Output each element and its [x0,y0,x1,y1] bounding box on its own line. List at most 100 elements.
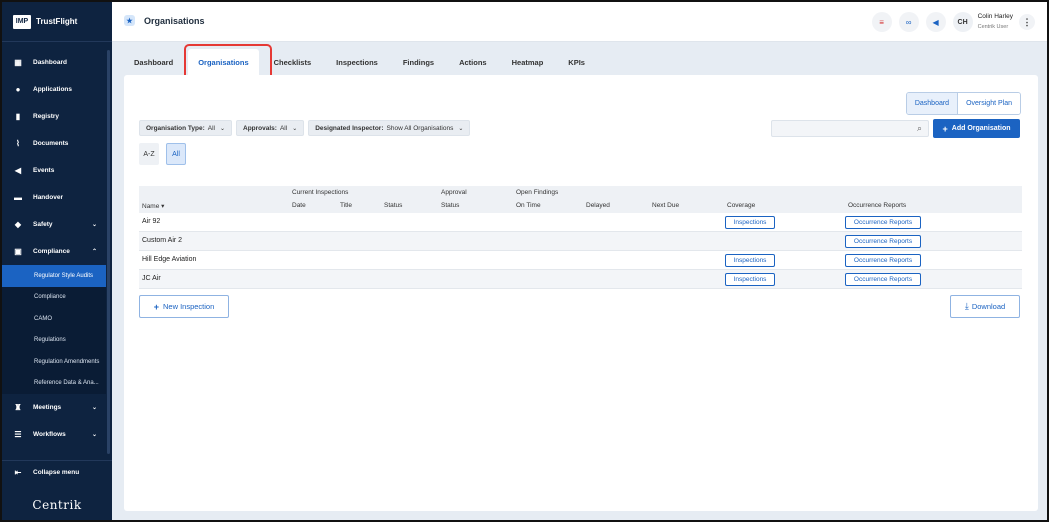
search-icon[interactable]: ⌕ [917,123,922,134]
megaphone-icon[interactable]: ◀ [925,12,946,32]
group-header-current-inspections: Current Inspections [292,189,349,196]
tab-dashboard[interactable]: Dashboard [124,49,183,75]
avatar[interactable]: CH [952,12,973,32]
sidebar-subitem-reference-data[interactable]: Reference Data & Ana... [2,373,106,395]
org-name[interactable]: Hill Edge Aviation [142,256,196,263]
filter-value: Show All Organisations [386,124,454,132]
org-name[interactable]: Air 92 [142,218,160,225]
table-row[interactable]: JC Air Inspections Occurrence Reports [139,270,1022,289]
inspections-button[interactable]: Inspections [725,254,775,267]
person-icon: ● [15,85,21,94]
tab-heatmap[interactable]: Heatmap [502,49,554,75]
chevron-down-icon: ⌄ [219,125,226,132]
occurrence-reports-button[interactable]: Occurrence Reports [845,216,921,229]
sidebar-item-workflows[interactable]: ☰ Workflows ⌄ [2,421,106,448]
tab-kpis[interactable]: KPIs [558,49,595,75]
approvals-filter[interactable]: Approvals: All ⌄ [236,120,305,136]
filter-value: All [279,124,288,132]
user-info[interactable]: Colin Harley Centrik User [978,12,1013,32]
alpha-az-button[interactable]: A-Z [139,143,159,165]
filter-label: Designated Inspector: [315,124,384,132]
sidebar-item-label: Dashboard [33,59,67,66]
tab-inspections[interactable]: Inspections [326,49,388,75]
table-row[interactable]: Hill Edge Aviation Inspections Occurrenc… [139,251,1022,270]
filter-label: Organisation Type: [146,124,205,132]
occurrence-reports-button[interactable]: Occurrence Reports [845,235,921,248]
download-icon: ⤓ [964,301,969,311]
workflows-icon: ☰ [14,430,22,439]
alphabet-filter: A-Z All [139,143,193,165]
table-row[interactable]: Air 92 Inspections Occurrence Reports [139,213,1022,232]
compliance-submenu: Regulator Style Audits Compliance CAMO R… [2,265,106,394]
designated-inspector-filter[interactable]: Designated Inspector: Show All Organisat… [308,120,471,136]
chevron-down-icon: ⌄ [91,432,97,438]
group-header-approval: Approval [441,189,467,196]
occurrence-reports-button[interactable]: Occurrence Reports [845,273,921,286]
sidebar-item-applications[interactable]: ● Applications [2,76,106,103]
column-coverage: Coverage [727,202,756,209]
sidebar-subitem-regulations[interactable]: Regulations [2,330,106,352]
sidebar-item-label: Meetings [33,404,62,411]
org-name[interactable]: Custom Air 2 [142,237,182,244]
compliance-icon: ▣ [14,247,22,256]
chevron-down-icon: ⌄ [91,405,97,411]
centrik-logo: Centrik [32,498,82,512]
search-input[interactable] [772,121,902,136]
sidebar-nav: ▦ Dashboard ● Applications ▮ Registry ⌇ … [2,49,106,448]
sidebar-item-handover[interactable]: ▬ Handover [2,184,106,211]
collapse-icon: ⇤ [14,468,22,477]
brand-name: TrustFlight [36,17,78,26]
column-delayed: Delayed [586,202,610,209]
sidebar-item-documents[interactable]: ⌇ Documents [2,130,106,157]
organisations-icon: ★ [124,15,135,26]
inspections-button[interactable]: Inspections [725,216,775,229]
header-actions: ≡ ∞ ◀ CH Colin Harley Centrik User ⋮ [865,12,1035,32]
column-name[interactable]: Name ▾ [142,202,164,210]
new-inspection-label: New Inspection [162,302,215,311]
sidebar-item-compliance[interactable]: ▣ Compliance ⌃ [2,238,106,265]
sidebar-item-registry[interactable]: ▮ Registry [2,103,106,130]
organisations-table: Current Inspections Approval Open Findin… [139,186,1022,289]
sidebar-item-safety[interactable]: ◆ Safety ⌄ [2,211,106,238]
add-organisation-button[interactable]: + Add Organisation [933,119,1020,138]
table-row[interactable]: Custom Air 2 Occurrence Reports [139,232,1022,251]
search-box: ⌕ [771,120,929,137]
tab-findings[interactable]: Findings [393,49,444,75]
sidebar-item-meetings[interactable]: ♜ Meetings ⌄ [2,394,106,421]
sidebar-item-label: Events [33,167,55,174]
occurrence-reports-button[interactable]: Occurrence Reports [845,254,921,267]
org-name[interactable]: JC Air [142,275,161,282]
sidebar-item-events[interactable]: ◀ Events [2,157,106,184]
view-oversight-plan-button[interactable]: Oversight Plan [958,93,1020,114]
view-dashboard-button[interactable]: Dashboard [906,93,959,114]
sidebar-item-dashboard[interactable]: ▦ Dashboard [2,49,106,76]
sidebar-subitem-compliance[interactable]: Compliance [2,287,106,309]
tab-checklists[interactable]: Checklists [264,49,322,75]
tab-bar: Dashboard Organisations Checklists Inspe… [112,42,1047,75]
brand[interactable]: IMP TrustFlight [2,2,112,42]
collapse-menu-button[interactable]: ⇤ Collapse menu [2,460,112,484]
brand-logo: IMP [13,14,31,29]
more-options-icon[interactable]: ⋮ [1019,14,1035,30]
filter-bar: Organisation Type: All ⌄ Approvals: All … [139,120,474,136]
plus-icon: + [153,301,159,312]
sidebar-subitem-camo[interactable]: CAMO [2,308,106,330]
tab-organisations[interactable]: Organisations [188,49,259,75]
paperclip-icon: ⌇ [16,139,20,148]
sidebar-item-label: Compliance [33,248,70,255]
user-role: Centrik User [977,24,1009,30]
sidebar-subitem-regulation-amendments[interactable]: Regulation Amendments [2,351,106,373]
sidebar-scrollbar[interactable] [107,50,110,454]
organisation-type-filter[interactable]: Organisation Type: All ⌄ [139,120,233,136]
tab-actions[interactable]: Actions [449,49,497,75]
new-inspection-button[interactable]: + New Inspection [139,295,229,318]
user-name: Colin Harley [977,13,1013,20]
download-button[interactable]: ⤓ Download [950,295,1020,318]
filter-value: All [207,124,215,132]
inspections-button[interactable]: Inspections [725,273,775,286]
alpha-all-button[interactable]: All [166,143,186,165]
sidebar-subitem-regulator-style-audits[interactable]: Regulator Style Audits [2,265,106,287]
link-icon[interactable]: ∞ [898,12,919,32]
book-icon: ▮ [15,112,21,121]
database-icon[interactable]: ≡ [871,12,892,32]
